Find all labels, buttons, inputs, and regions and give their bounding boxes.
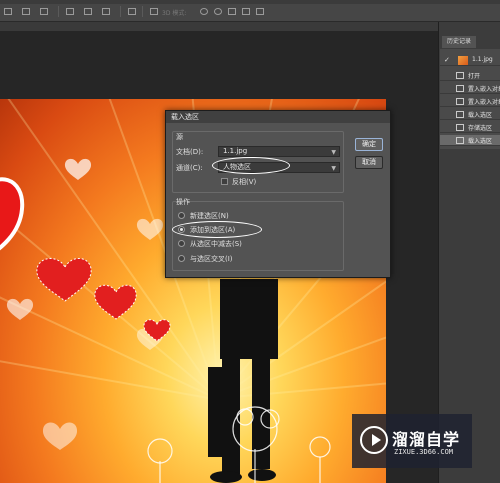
history-item-label: 置入嵌入对象: [468, 99, 500, 106]
distribute-top-icon[interactable]: [66, 8, 74, 15]
cancel-button[interactable]: 取消: [355, 156, 383, 169]
history-brush-icon: ✓: [444, 56, 450, 64]
add-to-selection-label: 添加到选区(A): [190, 226, 236, 234]
options-bar: 3D 模式:: [0, 0, 500, 22]
red-heart: [36, 258, 92, 302]
channel-select[interactable]: 人物选区 ▼: [218, 162, 340, 173]
document-label: 文档(D):: [176, 148, 204, 156]
document-select[interactable]: 1.1.jpg ▼: [218, 146, 340, 157]
subtract-selection-radio[interactable]: [178, 240, 185, 247]
history-item[interactable]: 载入选区: [440, 109, 500, 120]
history-item[interactable]: 置入嵌入对象: [440, 83, 500, 94]
operation-group-label: 操作: [176, 198, 190, 206]
watermark: 溜溜自学 ZIXUE.3D66.COM: [352, 414, 472, 468]
history-state-icon: [456, 85, 464, 92]
subtract-selection-label: 从选区中减去(S): [190, 240, 242, 248]
history-snapshot[interactable]: ✓ 1.1.jpg: [440, 55, 500, 66]
snapshot-thumbnail: [458, 56, 468, 65]
snapshot-label: 1.1.jpg: [472, 56, 493, 63]
separator: [142, 6, 143, 17]
history-item-label: 载入选区: [468, 138, 493, 145]
pan-3d-icon[interactable]: [228, 8, 236, 15]
white-heart-decor: [136, 218, 164, 240]
watermark-brand: 溜溜自学: [392, 430, 461, 449]
history-state-icon: [456, 111, 464, 118]
channel-label: 通道(C):: [176, 164, 203, 172]
align-center-icon[interactable]: [22, 8, 30, 15]
align-left-icon[interactable]: [4, 8, 12, 15]
distribute-middle-icon[interactable]: [84, 8, 92, 15]
roll-3d-icon[interactable]: [214, 8, 222, 15]
align-right-icon[interactable]: [40, 8, 48, 15]
history-item-selected[interactable]: 载入选区: [440, 135, 500, 146]
new-selection-label: 新建选区(N): [190, 212, 229, 220]
distribute-bottom-icon[interactable]: [102, 8, 110, 15]
history-item-label: 存储选区: [468, 125, 493, 132]
scale-3d-icon[interactable]: [256, 8, 264, 15]
add-to-selection-radio[interactable]: [178, 226, 185, 233]
menu-strip: [0, 0, 500, 4]
history-item[interactable]: 置入嵌入对象: [440, 96, 500, 107]
invert-checkbox[interactable]: [221, 178, 228, 185]
invert-label: 反相(V): [232, 178, 257, 186]
history-item[interactable]: 存储选区: [440, 122, 500, 133]
chevron-down-icon: ▼: [331, 165, 336, 172]
white-heart-outline: [0, 177, 25, 251]
history-state-icon: [456, 137, 464, 144]
rotate-3d-icon[interactable]: [200, 8, 208, 15]
history-item-label: 载入选区: [468, 112, 493, 119]
auto-align-icon[interactable]: [150, 8, 158, 15]
chevron-down-icon: ▼: [331, 149, 336, 156]
channel-value: 人物选区: [223, 163, 251, 171]
white-heart-decor: [6, 298, 34, 320]
source-group-label: 源: [176, 133, 183, 141]
silhouette-figure: [208, 279, 278, 483]
slide-3d-icon[interactable]: [242, 8, 250, 15]
history-item-label: 打开: [468, 73, 481, 80]
history-state-icon: [456, 124, 464, 131]
history-state-icon: [456, 98, 464, 105]
play-logo-icon: [360, 426, 388, 454]
distribute-horizontal-icon[interactable]: [128, 8, 136, 15]
separator: [58, 6, 59, 17]
ok-button[interactable]: 确定: [355, 138, 383, 151]
dialog-title: 载入选区: [166, 111, 390, 123]
history-item-label: 置入嵌入对象: [468, 86, 500, 93]
history-state-icon: [456, 72, 464, 79]
document-tab-strip: [0, 22, 438, 31]
load-selection-dialog: 载入选区 源 文档(D): 1.1.jpg ▼ 通道(C): 人物选区 ▼ 反相…: [165, 110, 391, 278]
white-heart-decor: [64, 158, 92, 180]
mode-3d-label: 3D 模式:: [162, 10, 187, 17]
history-panel-tab[interactable]: 历史记录: [442, 36, 476, 48]
red-heart: [94, 284, 137, 320]
white-heart-decor: [42, 422, 78, 450]
intersect-selection-radio[interactable]: [178, 255, 185, 262]
history-item[interactable]: 打开: [440, 70, 500, 81]
intersect-selection-label: 与选区交叉(I): [190, 255, 233, 263]
new-selection-radio[interactable]: [178, 212, 185, 219]
watermark-url: ZIXUE.3D66.COM: [394, 448, 454, 456]
canvas-pasteboard: [0, 31, 438, 99]
separator: [120, 6, 121, 17]
document-value: 1.1.jpg: [223, 147, 248, 155]
